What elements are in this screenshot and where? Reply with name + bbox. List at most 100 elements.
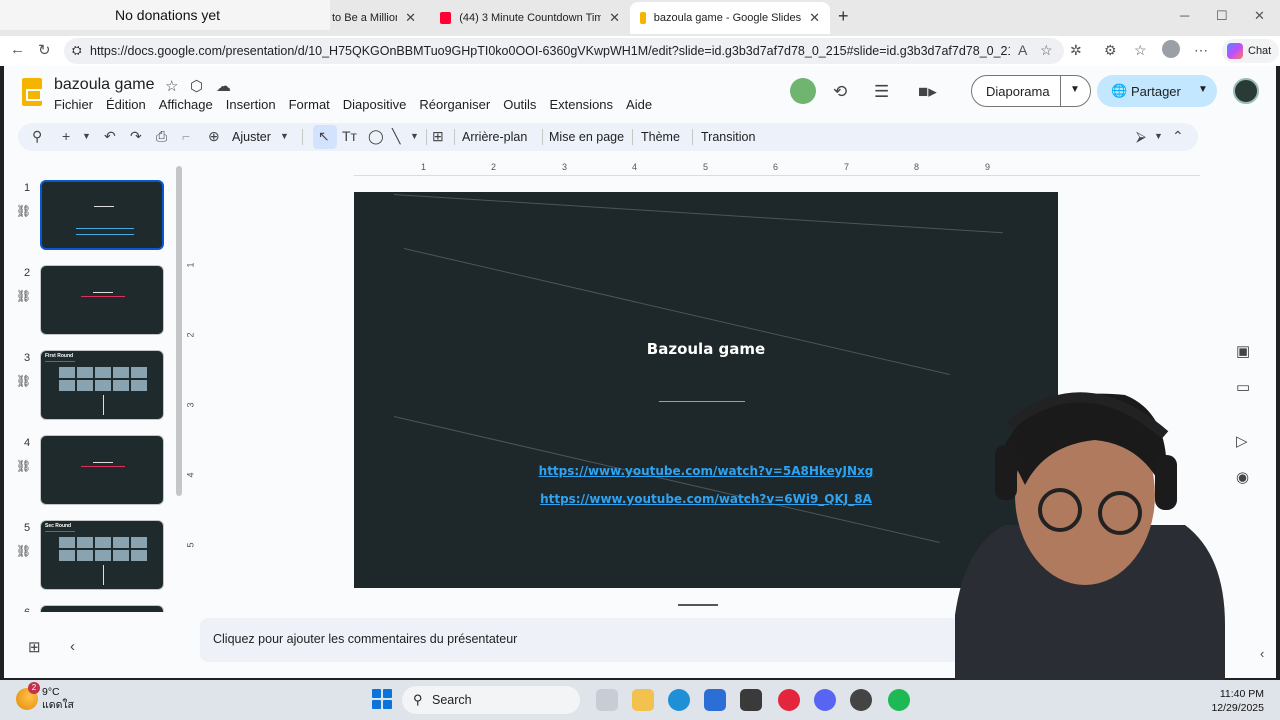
select-cursor-icon[interactable]: ↖ [318,128,330,145]
edit-mode-icon[interactable]: ⮚ [1136,128,1146,145]
obs-icon[interactable] [850,689,872,711]
url-field[interactable]: ⛭ https://docs.google.com/presentation/d… [64,38,1064,64]
collaborator-avatar[interactable] [790,78,816,104]
close-icon[interactable]: ✕ [609,10,620,26]
search-menus-icon[interactable]: ⚲ [32,128,42,145]
system-clock[interactable]: 11:40 PM 12/29/2025 [1206,687,1264,715]
chevron-down-icon[interactable]: ▼ [82,131,91,141]
store-icon[interactable] [704,689,726,711]
account-avatar[interactable] [1233,78,1259,104]
menu-aide[interactable]: Aide [626,97,652,112]
maximize-icon[interactable]: ☐ [1216,8,1228,24]
extensions-icon[interactable]: ✲ [1070,42,1082,59]
paint-format-icon[interactable]: ⌐ [182,128,190,144]
browser-essentials-icon[interactable]: ⚙ [1104,42,1117,59]
menu-extensions[interactable]: Extensions [549,97,613,112]
chevron-down-icon[interactable]: ▼ [1154,131,1163,141]
collapse-toolbar-icon[interactable]: ⌃ [1172,128,1184,145]
slide-thumbnail[interactable] [40,435,164,505]
browser-tab-countdown[interactable]: (44) 3 Minute Countdown Timer W ✕ [430,2,630,34]
close-icon[interactable]: ✕ [809,10,820,26]
collections-icon[interactable]: ☆ [1134,42,1147,59]
slideshow-button[interactable]: Diaporama ▼ [971,75,1091,107]
chevron-down-icon[interactable]: ▼ [1070,84,1080,95]
favorite-star-icon[interactable]: ☆ [1040,42,1053,59]
opera-icon[interactable] [778,689,800,711]
menu-insertion[interactable]: Insertion [226,97,276,112]
slide-thumbnail[interactable] [40,605,164,612]
shape-icon[interactable]: ◯ [368,128,384,145]
menu-reorganiser[interactable]: Réorganiser [419,97,490,112]
keep-icon[interactable]: ▣ [1236,342,1250,360]
theme-button[interactable]: Thème [641,130,680,144]
discord-icon[interactable] [814,689,836,711]
new-tab-icon[interactable]: + [838,6,849,27]
line-icon[interactable]: ╲ [392,128,400,145]
slide-thumbnail[interactable]: First Round [40,350,164,420]
slide-thumbnail-row[interactable]: 3 ⛓ First Round [4,350,184,428]
copilot-chat-button[interactable]: Chat [1222,39,1280,63]
comments-icon[interactable]: ☰ [874,82,889,102]
slide-thumbnail[interactable]: Sec Round [40,520,164,590]
cloud-status-icon[interactable]: ☁ [216,77,231,95]
menu-edition[interactable]: Édition [106,97,146,112]
slide-thumbnail[interactable] [40,180,164,250]
slide-title[interactable]: Bazoula game [354,340,1058,358]
slide-thumbnail-row[interactable]: 5 ⛓ Sec Round [4,520,184,598]
filmstrip-scrollbar[interactable] [176,166,182,496]
add-comment-icon[interactable]: ⊞ [432,128,444,145]
more-options-icon[interactable]: ⋯ [1194,42,1208,59]
start-button[interactable] [372,689,392,709]
meet-icon[interactable]: ■▸ [918,82,937,102]
window-close-icon[interactable]: ✕ [1254,8,1265,24]
grid-view-icon[interactable]: ⊞ [28,638,41,656]
menu-outils[interactable]: Outils [503,97,536,112]
profile-icon[interactable] [1162,40,1180,58]
site-info-icon[interactable]: ⛭ [72,43,82,58]
close-icon[interactable]: ✕ [405,10,416,26]
chevron-down-icon[interactable]: ▼ [1198,84,1208,95]
new-slide-icon[interactable]: + [62,128,70,144]
chevron-down-icon[interactable]: ▼ [410,131,419,141]
back-arrow-icon[interactable]: ← [10,41,25,58]
redo-icon[interactable]: ↷ [130,128,142,145]
zoom-icon[interactable]: ⊕ [208,128,220,145]
minimize-icon[interactable]: ─ [1180,8,1189,23]
move-icon[interactable]: ⬡ [190,77,203,95]
document-title[interactable]: bazoula game [54,76,155,94]
print-icon[interactable]: ⎙ [156,128,167,145]
task-view-icon[interactable] [596,689,618,711]
spotify-icon[interactable] [888,689,910,711]
menu-diapositive[interactable]: Diapositive [343,97,407,112]
notes-resize-handle[interactable] [678,604,718,606]
slide-thumbnail[interactable] [40,265,164,335]
undo-icon[interactable]: ↶ [104,128,116,145]
slides-logo-icon[interactable] [22,78,42,106]
text-box-icon[interactable]: Tт [342,128,357,144]
slide-thumbnail-row[interactable]: 1 ⛓ [4,180,184,258]
collapse-panel-icon[interactable]: ‹ [70,638,75,655]
menu-fichier[interactable]: Fichier [54,97,93,112]
background-button[interactable]: Arrière-plan [462,130,527,144]
read-aloud-icon[interactable]: A [1018,42,1027,58]
slide-thumbnail-row[interactable]: 2 ⛓ [4,265,184,343]
slide-thumbnail-row[interactable]: 4 ⛓ [4,435,184,513]
zoom-select[interactable]: Ajuster [232,130,271,144]
layout-button[interactable]: Mise en page [549,130,624,144]
slide-thumbnail-row[interactable]: 6 [4,605,184,612]
browser-tab-slides[interactable]: bazoula game - Google Slides ✕ [630,2,830,34]
menu-format[interactable]: Format [289,97,330,112]
share-button[interactable]: 🌐 Partager ▼ [1097,75,1217,107]
menu-affichage[interactable]: Affichage [159,97,213,112]
browser-tab-millionaire[interactable]: to Be a Millionaire ✕ [322,2,426,34]
edge-icon[interactable] [668,689,690,711]
transition-button[interactable]: Transition [701,130,755,144]
reload-icon[interactable]: ↻ [38,41,51,59]
app-icon[interactable] [740,689,762,711]
thumb-title [93,292,113,293]
taskbar-search[interactable]: ⚲ Search [402,686,580,714]
version-history-icon[interactable]: ⟲ [833,82,847,102]
file-explorer-icon[interactable] [632,689,654,711]
star-icon[interactable]: ☆ [165,77,178,95]
chevron-down-icon[interactable]: ▼ [280,131,289,141]
